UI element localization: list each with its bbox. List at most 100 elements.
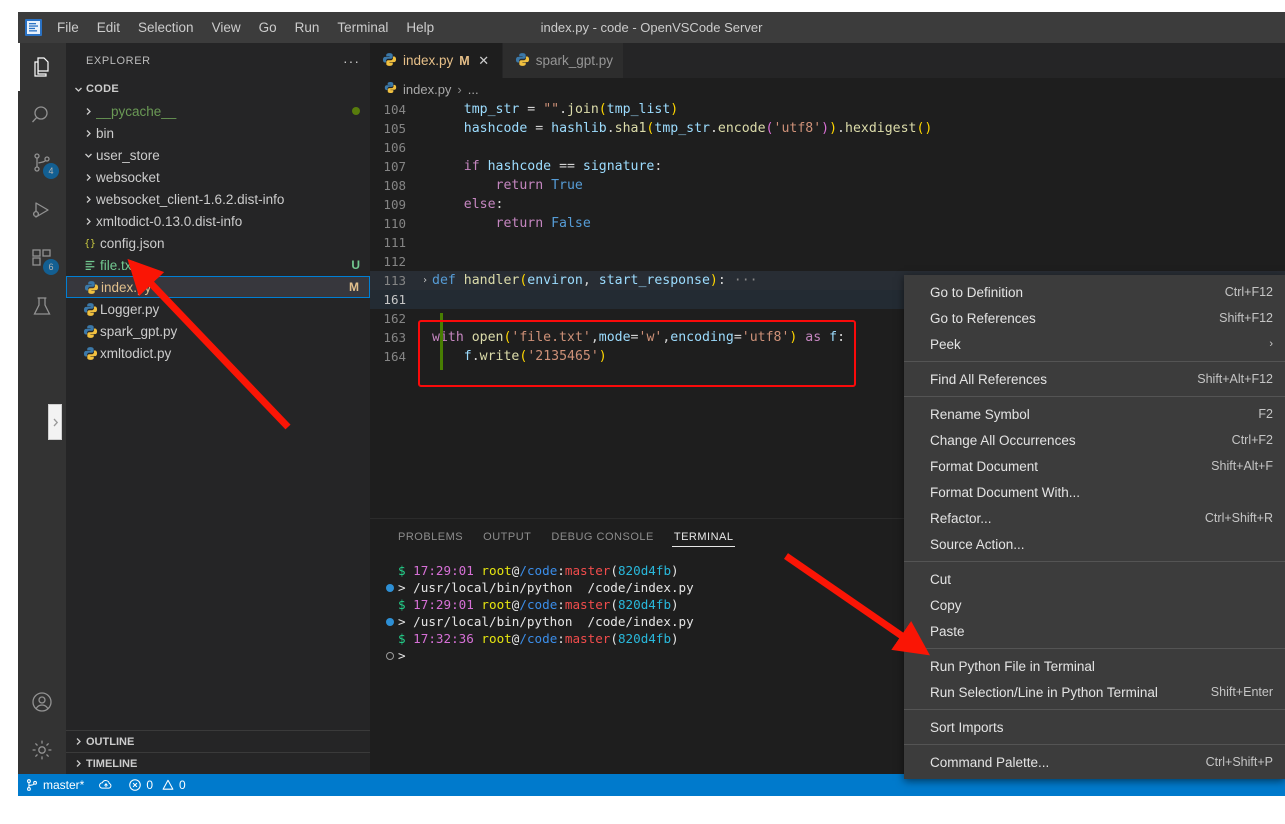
- menu-item-run-selection-line-in-python-terminal[interactable]: Run Selection/Line in Python Terminal Shi…: [904, 679, 1285, 705]
- menu-view[interactable]: View: [203, 12, 250, 43]
- menu-item-format-document[interactable]: Format Document Shift+Alt+F: [904, 453, 1285, 479]
- tree-item-spark-gpt-py[interactable]: spark_gpt.py: [66, 320, 370, 342]
- gear-icon: [30, 738, 54, 762]
- menu-run[interactable]: Run: [286, 12, 329, 43]
- menu-item-copy[interactable]: Copy: [904, 592, 1285, 618]
- tab-index-py[interactable]: index.py M ✕: [370, 43, 503, 78]
- tree-item-websocket[interactable]: websocket: [66, 166, 370, 188]
- code-line: 104 tmp_str = "".join(tmp_list): [370, 100, 1285, 119]
- menu-item-keybinding: Ctrl+Shift+P: [1205, 755, 1273, 769]
- menu-item-keybinding: Ctrl+F2: [1231, 433, 1273, 447]
- line-number: 107: [383, 159, 406, 174]
- tab-modified-mark: M: [459, 53, 470, 68]
- fold-chevron-icon[interactable]: ›: [418, 275, 432, 286]
- menu-go[interactable]: Go: [250, 12, 286, 43]
- menu-file[interactable]: File: [48, 12, 88, 43]
- menu-item-go-to-references[interactable]: Go to References Shift+F12: [904, 305, 1285, 331]
- line-number: 109: [383, 197, 406, 212]
- breadcrumb-rest[interactable]: ...: [468, 82, 479, 97]
- line-number: 164: [383, 349, 406, 364]
- command-success-marker: [382, 583, 398, 592]
- breadcrumb-file[interactable]: index.py: [403, 82, 451, 97]
- files-icon: [30, 55, 54, 79]
- tree-item-file-txt[interactable]: file.txt U: [66, 254, 370, 276]
- tree-item-bin[interactable]: bin: [66, 122, 370, 144]
- tree-item-xmltodict-py[interactable]: xmltodict.py: [66, 342, 370, 364]
- menu-item-label: Change All Occurrences: [930, 432, 1076, 448]
- menu-item-change-all-occurrences[interactable]: Change All Occurrences Ctrl+F2: [904, 427, 1285, 453]
- tree-item-label: file.txt: [100, 257, 136, 273]
- file-tree: __pycache__bin user_store websocket websock…: [66, 100, 370, 364]
- tab-terminal[interactable]: TERMINAL: [664, 519, 744, 554]
- explorer-more-actions[interactable]: ···: [343, 53, 360, 69]
- line-number: 113: [383, 273, 406, 288]
- line-number: 108: [383, 178, 406, 193]
- tab-spark-gpt-py[interactable]: spark_gpt.py: [502, 43, 625, 78]
- menu-item-label: Sort Imports: [930, 719, 1004, 735]
- menu-item-sort-imports[interactable]: Sort Imports: [904, 714, 1285, 740]
- breadcrumb[interactable]: index.py › ...: [370, 78, 1285, 100]
- tree-item-logger-py[interactable]: Logger.py: [66, 298, 370, 320]
- svg-text:{}: {}: [84, 239, 96, 250]
- extensions-badge: 6: [43, 259, 59, 275]
- folder-section-code[interactable]: CODE: [66, 78, 370, 100]
- line-number: 112: [383, 254, 406, 269]
- menu-selection[interactable]: Selection: [129, 12, 203, 43]
- explorer-header: EXPLORER ···: [66, 43, 370, 78]
- editor-context-menu[interactable]: Go to Definition Ctrl+F12 Go to References…: [904, 275, 1285, 779]
- tree-item-git-status: U: [351, 258, 360, 272]
- activity-testing[interactable]: [18, 283, 66, 331]
- menu-item-peek[interactable]: Peek ›: [904, 331, 1285, 357]
- python-file-icon: [515, 52, 530, 70]
- tree-item-xmltodict-0-13-0-dist-info[interactable]: xmltodict-0.13.0.dist-info: [66, 210, 370, 232]
- status-branch[interactable]: master*: [18, 774, 91, 796]
- terminal-line-text: $ 17:32:36 root@/code:master(820d4fb): [398, 631, 679, 646]
- status-sync[interactable]: [91, 774, 121, 796]
- menu-separator: [904, 744, 1285, 745]
- menu-item-rename-symbol[interactable]: Rename Symbol F2: [904, 401, 1285, 427]
- menu-item-find-all-references[interactable]: Find All References Shift+Alt+F12: [904, 366, 1285, 392]
- activity-manage-settings[interactable]: [18, 726, 66, 774]
- line-number: 106: [383, 140, 406, 155]
- tree-item-label: bin: [96, 125, 115, 141]
- tab-output[interactable]: OUTPUT: [473, 519, 541, 554]
- menu-item-label: Cut: [930, 571, 952, 587]
- activity-accounts[interactable]: [18, 678, 66, 726]
- menu-item-go-to-definition[interactable]: Go to Definition Ctrl+F12: [904, 279, 1285, 305]
- sidebar-expand-handle[interactable]: [48, 404, 62, 440]
- menu-item-label: Run Selection/Line in Python Terminal: [930, 684, 1158, 700]
- section-timeline[interactable]: TIMELINE: [66, 752, 370, 774]
- activity-extensions[interactable]: 6: [18, 235, 66, 283]
- menu-help[interactable]: Help: [397, 12, 443, 43]
- menu-terminal[interactable]: Terminal: [328, 12, 397, 43]
- menu-item-run-python-file-in-terminal[interactable]: Run Python File in Terminal: [904, 653, 1285, 679]
- menu-item-cut[interactable]: Cut: [904, 566, 1285, 592]
- source-control-badge: 4: [43, 163, 59, 179]
- tree-item-user-store[interactable]: user_store: [66, 144, 370, 166]
- tree-item-websocket-client-1-6-2-dist-info[interactable]: websocket_client-1.6.2.dist-info: [66, 188, 370, 210]
- menu-item-format-document-with[interactable]: Format Document With...: [904, 479, 1285, 505]
- tree-item-config-json[interactable]: {} config.json: [66, 232, 370, 254]
- activity-run-debug[interactable]: [18, 187, 66, 235]
- activity-explorer[interactable]: [18, 43, 66, 91]
- line-number: 111: [383, 235, 406, 250]
- tree-item-index-py[interactable]: index.py M: [66, 276, 370, 298]
- code-line-text: hashcode = hashlib.sha1(tmp_str.encode('…: [463, 121, 933, 136]
- json-file-icon: {}: [80, 236, 100, 250]
- menu-item-refactor[interactable]: Refactor... Ctrl+Shift+R: [904, 505, 1285, 531]
- menu-item-paste[interactable]: Paste: [904, 618, 1285, 644]
- menu-item-keybinding: Ctrl+F12: [1224, 285, 1273, 299]
- menu-item-source-action[interactable]: Source Action...: [904, 531, 1285, 557]
- tab-problems[interactable]: PROBLEMS: [388, 519, 473, 554]
- activity-source-control[interactable]: 4: [18, 139, 66, 187]
- close-icon[interactable]: ✕: [476, 53, 492, 69]
- line-number: 104: [383, 102, 406, 117]
- menu-edit[interactable]: Edit: [88, 12, 129, 43]
- tab-debug-console[interactable]: DEBUG CONSOLE: [541, 519, 663, 554]
- activity-search[interactable]: [18, 91, 66, 139]
- status-problems[interactable]: 0 0: [121, 774, 192, 796]
- menu-bar[interactable]: File Edit Selection View Go Run Terminal…: [48, 12, 443, 43]
- tree-item--pycache-[interactable]: __pycache__: [66, 100, 370, 122]
- menu-item-command-palette[interactable]: Command Palette... Ctrl+Shift+P: [904, 749, 1285, 775]
- section-outline[interactable]: OUTLINE: [66, 730, 370, 752]
